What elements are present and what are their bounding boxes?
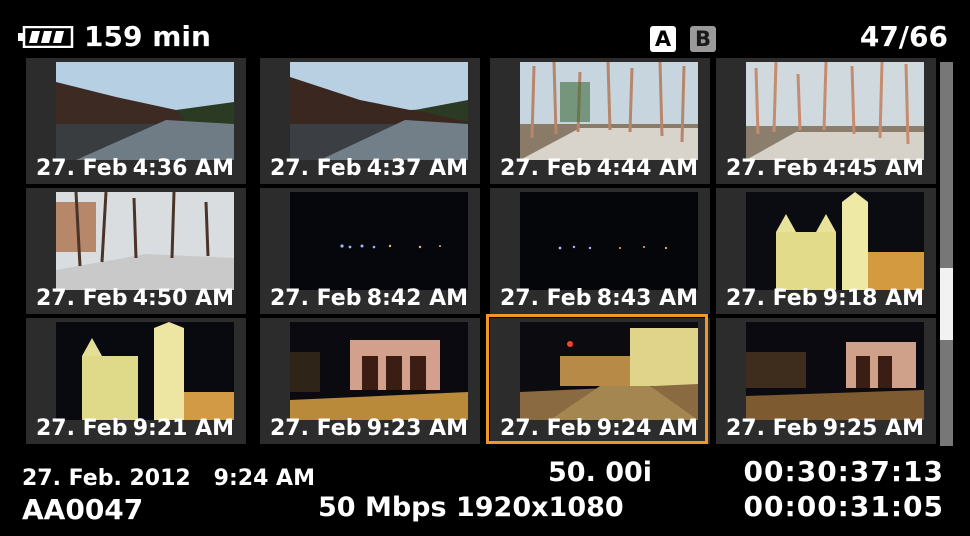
thumbnail-time: 4:45 AM <box>822 156 924 181</box>
thumbnail-tile[interactable]: 27. Feb 4:36 AM <box>26 58 246 184</box>
thumbnail-date: 27. Feb <box>270 416 362 441</box>
thumbnail-tile[interactable]: 27. Feb 9:21 AM <box>26 318 246 444</box>
thumbnail-time: 9:23 AM <box>366 416 468 441</box>
battery-remaining: 159 min <box>84 20 211 53</box>
clip-duration: 00:00:31:05 <box>743 490 944 523</box>
thumbnail-tile[interactable]: 27. Feb 9:23 AM <box>260 318 480 444</box>
thumbnail-tile[interactable]: 27. Feb 4:50 AM <box>26 188 246 314</box>
thumbnail-time: 4:50 AM <box>132 286 234 311</box>
thumbnail-time: 9:18 AM <box>822 286 924 311</box>
thumbnail-time: 8:42 AM <box>366 286 468 311</box>
thumbnail-image <box>520 192 698 290</box>
battery-icon <box>18 26 74 48</box>
thumbnail-image <box>746 322 924 420</box>
thumbnail-image <box>746 62 924 160</box>
thumbnail-time: 4:44 AM <box>596 156 698 181</box>
thumbnail-time: 8:43 AM <box>596 286 698 311</box>
thumbnail-image <box>56 192 234 290</box>
thumbnail-date: 27. Feb <box>726 416 818 441</box>
thumbnail-image <box>290 192 468 290</box>
thumbnail-date: 27. Feb <box>36 156 128 181</box>
thumbnail-time: 9:25 AM <box>822 416 924 441</box>
thumbnail-image <box>290 62 468 160</box>
timecode: 00:30:37:13 <box>743 455 944 488</box>
thumbnail-date: 27. Feb <box>270 156 362 181</box>
thumbnail-date: 27. Feb <box>36 286 128 311</box>
thumbnail-image <box>56 62 234 160</box>
thumbnail-time: 4:37 AM <box>366 156 468 181</box>
thumbnail-image <box>56 322 234 420</box>
thumbnail-date: 27. Feb <box>726 156 818 181</box>
thumbnail-time: 9:21 AM <box>132 416 234 441</box>
thumbnail-image <box>290 322 468 420</box>
thumbnail-date: 27. Feb <box>726 286 818 311</box>
thumbnail-date: 27. Feb <box>270 286 362 311</box>
thumbnail-date: 27. Feb <box>500 156 592 181</box>
clip-name: AA0047 <box>22 493 144 526</box>
thumbnail-tile[interactable]: 27. Feb 9:25 AM <box>716 318 936 444</box>
thumbnail-tile[interactable]: 27. Feb 8:43 AM <box>490 188 710 314</box>
thumbnail-tile[interactable]: 27. Feb 8:42 AM <box>260 188 480 314</box>
thumbnail-tile[interactable]: 27. Feb 4:37 AM <box>260 58 480 184</box>
thumbnail-time: 4:36 AM <box>132 156 234 181</box>
card-slot-b[interactable]: B <box>690 26 716 52</box>
frame-rate: 50. 00i <box>548 457 653 488</box>
thumbnail-image <box>520 62 698 160</box>
thumbnail-image <box>746 192 924 290</box>
bitrate-resolution: 50 Mbps 1920x1080 <box>318 492 624 523</box>
clip-counter: 47/66 <box>859 20 948 53</box>
scrollbar-track[interactable] <box>940 62 953 446</box>
card-slot-a[interactable]: A <box>650 26 676 52</box>
thumbnail-date: 27. Feb <box>500 286 592 311</box>
selection-frame <box>486 314 708 444</box>
scrollbar-thumb[interactable] <box>940 268 953 340</box>
thumbnail-tile[interactable]: 27. Feb 4:44 AM <box>490 58 710 184</box>
thumbnail-tile[interactable]: 27. Feb 4:45 AM <box>716 58 936 184</box>
thumbnail-tile-selected[interactable]: 27. Feb 9:24 AM <box>486 314 710 444</box>
recording-date: 27. Feb. 2012 9:24 AM <box>22 466 315 491</box>
thumbnail-date: 27. Feb <box>36 416 128 441</box>
thumbnail-tile[interactable]: 27. Feb 9:18 AM <box>716 188 936 314</box>
